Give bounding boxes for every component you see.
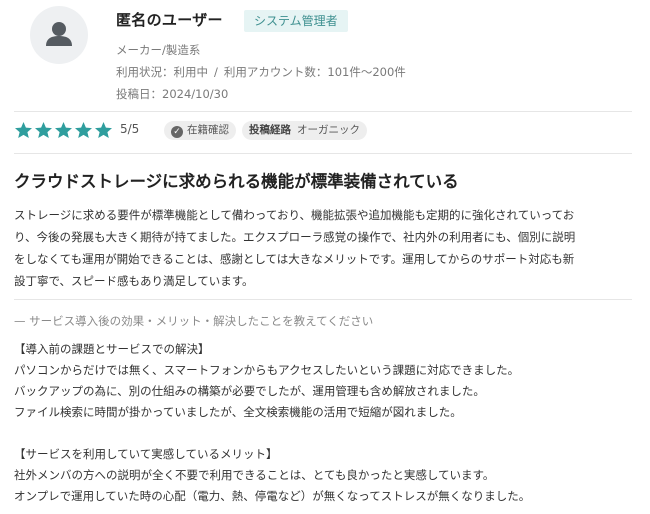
review-body: ストレージに求める要件が標準機能として備わっており、機能拡張や追加機能も定期的に… bbox=[14, 208, 576, 288]
role-badge: システム管理者 bbox=[244, 10, 348, 32]
route-key: 投稿経路 bbox=[249, 124, 291, 136]
star-rating bbox=[14, 121, 114, 139]
rating-score: 5/5 bbox=[120, 122, 140, 136]
user-icon bbox=[46, 22, 72, 46]
separator: / bbox=[214, 65, 218, 79]
check-icon: ✓ bbox=[171, 126, 183, 138]
star-icon bbox=[34, 121, 53, 139]
route-tag: 投稿経路 オーガニック bbox=[242, 121, 367, 140]
reviewer-card: 匿名のユーザー システム管理者 メーカー/製造系 利用状況：利用中 / 利用アカウン… bbox=[30, 6, 630, 106]
account-count: 利用アカウント数：101件〜200件 bbox=[223, 65, 406, 79]
review-title: クラウドストレージに求められる機能が標準装備されている bbox=[14, 172, 459, 191]
industry-text: メーカー/製造系 bbox=[116, 43, 201, 57]
posted-date: 投稿日：2024/10/30 bbox=[116, 87, 229, 101]
usage-info: 利用状況：利用中 / 利用アカウント数：101件〜200件 bbox=[116, 64, 406, 80]
star-icon bbox=[94, 121, 113, 139]
avatar bbox=[30, 6, 88, 64]
divider bbox=[14, 111, 632, 112]
qa-question: — サービス導入後の効果・メリット・解決したことを教えてください bbox=[14, 314, 374, 328]
divider bbox=[14, 153, 632, 154]
enrollment-label: 在籍確認 bbox=[187, 124, 229, 136]
reviewer-name: 匿名のユーザー bbox=[116, 11, 223, 29]
star-icon bbox=[54, 121, 73, 139]
usage-status: 利用状況：利用中 bbox=[116, 65, 208, 79]
qa-answer: 【導入前の課題とサービスでの解決】 パソコンからだけでは無く、スマートフォンから… bbox=[14, 342, 531, 503]
enrollment-tag: ✓ 在籍確認 bbox=[164, 121, 236, 140]
star-icon bbox=[14, 121, 33, 139]
rating-row: 5/5 ✓ 在籍確認 投稿経路 オーガニック bbox=[14, 120, 634, 142]
star-icon bbox=[74, 121, 93, 139]
route-value: オーガニック bbox=[297, 124, 360, 136]
divider bbox=[14, 299, 632, 300]
